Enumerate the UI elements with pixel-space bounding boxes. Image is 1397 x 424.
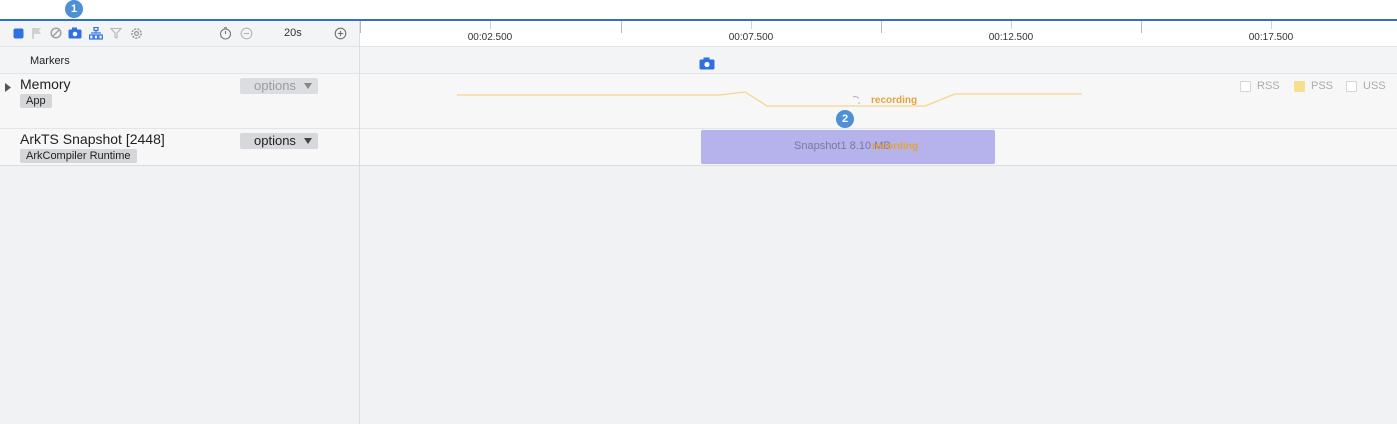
ruler-tick bbox=[1271, 21, 1272, 29]
ruler-tick bbox=[621, 21, 622, 33]
top-strip bbox=[0, 0, 1397, 19]
duration-label[interactable]: 20s bbox=[284, 27, 302, 39]
zoom-in-icon[interactable] bbox=[333, 26, 347, 40]
snapshot-marker-camera-icon[interactable] bbox=[699, 57, 715, 75]
gear-icon[interactable] bbox=[129, 26, 143, 40]
memory-tag: App bbox=[20, 94, 52, 108]
legend-uss-checkbox[interactable] bbox=[1346, 80, 1357, 92]
ruler-tick bbox=[490, 21, 491, 29]
options-label: options bbox=[254, 133, 296, 148]
timeline-ruler[interactable]: 00:02.500 00:07.500 00:12.500 00:17.500 bbox=[360, 21, 1397, 47]
options-label: options bbox=[254, 78, 296, 93]
loading-spinner-icon bbox=[850, 94, 862, 112]
timer-icon[interactable] bbox=[218, 26, 232, 40]
camera-icon[interactable] bbox=[68, 26, 82, 40]
arkts-snapshot-row: ArkTS Snapshot [2448] ArkCompiler Runtim… bbox=[0, 129, 1397, 166]
legend-uss[interactable]: USS bbox=[1346, 80, 1386, 92]
memory-row: Memory App options recording RSS PSS USS bbox=[0, 74, 1397, 129]
expand-triangle-icon[interactable] bbox=[5, 79, 12, 97]
legend-rss[interactable]: RSS bbox=[1240, 80, 1280, 92]
legend-pss-label: PSS bbox=[1311, 80, 1334, 92]
ban-icon[interactable] bbox=[49, 26, 63, 40]
legend-rss-label: RSS bbox=[1257, 80, 1280, 92]
annotation-badge-1: 1 bbox=[65, 0, 83, 18]
tree-icon[interactable] bbox=[89, 26, 103, 40]
memory-recording-label: recording bbox=[871, 95, 918, 106]
legend-pss[interactable]: PSS bbox=[1294, 80, 1333, 92]
legend-rss-checkbox[interactable] bbox=[1240, 80, 1251, 92]
arkts-recording-label: recording bbox=[872, 141, 919, 152]
memory-title: Memory bbox=[20, 76, 71, 92]
arkts-tag: ArkCompiler Runtime bbox=[20, 149, 137, 163]
annotation-badge-2: 2 bbox=[836, 110, 854, 128]
filter-icon[interactable] bbox=[109, 26, 123, 40]
ruler-label: 00:17.500 bbox=[1248, 32, 1294, 43]
ruler-label: 00:02.500 bbox=[467, 32, 513, 43]
ruler-label: 00:12.500 bbox=[988, 32, 1034, 43]
legend-uss-label: USS bbox=[1363, 80, 1386, 92]
flag-icon[interactable] bbox=[30, 26, 44, 40]
zoom-out-icon[interactable] bbox=[239, 26, 253, 40]
stop-icon[interactable] bbox=[11, 26, 25, 40]
markers-row: Markers bbox=[0, 47, 1397, 74]
arkts-options-button[interactable]: options bbox=[240, 133, 318, 149]
ruler-tick bbox=[1141, 21, 1142, 33]
panel-divider[interactable] bbox=[359, 21, 360, 424]
markers-label: Markers bbox=[30, 55, 70, 67]
memory-options-button[interactable]: options bbox=[240, 78, 318, 94]
ruler-tick bbox=[1011, 21, 1012, 29]
legend-pss-checkbox[interactable] bbox=[1294, 80, 1305, 92]
ruler-label: 00:07.500 bbox=[728, 32, 774, 43]
toolbar: 20s bbox=[0, 21, 359, 47]
arkts-title: ArkTS Snapshot [2448] bbox=[20, 131, 165, 147]
ruler-tick bbox=[751, 21, 752, 29]
caret-down-icon bbox=[303, 83, 312, 89]
pss-line-chart bbox=[457, 91, 1082, 107]
ruler-tick bbox=[881, 21, 882, 33]
caret-down-icon bbox=[303, 138, 312, 144]
ruler-tick bbox=[360, 21, 361, 33]
